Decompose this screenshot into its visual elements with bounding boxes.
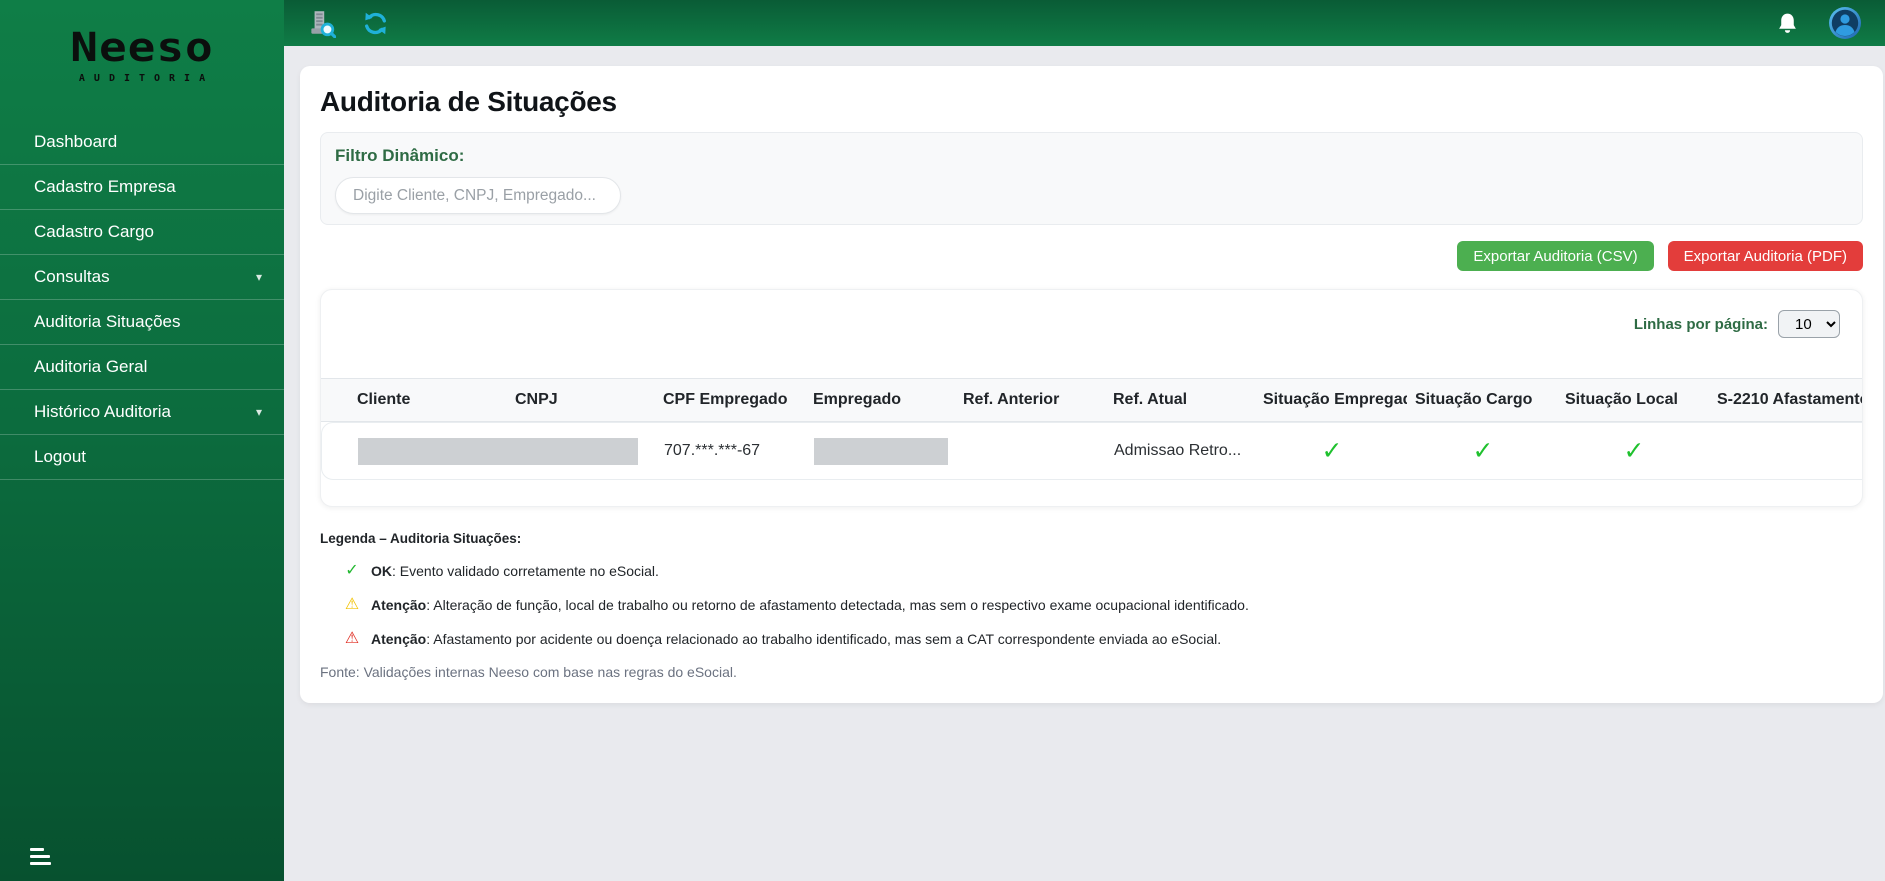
sidebar-item-label: Cadastro Empresa: [34, 177, 176, 196]
sidebar-item-dashboard[interactable]: Dashboard: [0, 120, 284, 165]
filter-search-input[interactable]: [335, 177, 621, 214]
legend-text: : Evento validado corretamente no eSocia…: [392, 563, 659, 579]
table-header-row: Cliente CNPJ CPF Empregado Empregado Ref…: [321, 378, 1862, 422]
refresh-icon[interactable]: [362, 10, 389, 37]
company-search-icon[interactable]: [306, 8, 336, 38]
sidebar-item-historico-auditoria[interactable]: Histórico Auditoria ▾: [0, 390, 284, 435]
col-header-situacao-cargo: Situação Cargo: [1415, 391, 1533, 408]
check-icon: ✓: [1321, 436, 1343, 465]
col-header-situacao-local: Situação Local: [1565, 391, 1678, 408]
sidebar-item-auditoria-geral[interactable]: Auditoria Geral: [0, 345, 284, 390]
sidebar-item-label: Dashboard: [34, 132, 118, 151]
sidebar-menu: Dashboard Cadastro Empresa Cadastro Carg…: [0, 120, 284, 480]
sidebar-item-label: Cadastro Cargo: [34, 222, 155, 241]
sidebar-item-label: Logout: [34, 447, 86, 466]
legend: Legenda – Auditoria Situações: ✓ OK: Eve…: [320, 531, 1863, 680]
export-csv-button[interactable]: Exportar Auditoria (CSV): [1457, 241, 1654, 271]
warning-red-icon: ⚠: [344, 630, 360, 647]
cell-ref-atual: Admissao Retro...: [1114, 442, 1242, 459]
sidebar-item-label: Auditoria Geral: [34, 357, 148, 376]
col-header-cpf-empregado: CPF Empregado: [663, 391, 788, 408]
sidebar-item-label: Auditoria Situações: [34, 312, 181, 331]
legend-text: : Alteração de função, local de trabalho…: [426, 597, 1249, 613]
cell-cpf-empregado: 707.***.***-67: [664, 442, 761, 459]
rows-per-page-select[interactable]: 10: [1778, 310, 1840, 338]
table-row[interactable]: 707.***.***-67 Admissao Retro... ✓ ✓ ✓: [321, 422, 1862, 480]
check-icon: ✓: [1623, 436, 1645, 465]
chevron-down-icon: ▾: [255, 405, 262, 419]
legend-term: Atenção: [371, 597, 427, 613]
col-header-cliente: Cliente: [357, 391, 411, 408]
sidebar-item-label: Histórico Auditoria: [34, 402, 172, 421]
cell-cliente: [350, 437, 638, 465]
col-header-ref-anterior: Ref. Anterior: [963, 391, 1060, 408]
menu-toggle-button[interactable]: [30, 848, 51, 865]
sidebar-item-consultas[interactable]: Consultas ▾: [0, 255, 284, 300]
hamburger-icon: [30, 848, 44, 851]
legend-term: Atenção: [371, 631, 427, 647]
rows-per-page-label: Linhas por página:: [1633, 315, 1768, 333]
filter-panel: Filtro Dinâmico:: [320, 132, 1863, 225]
redacted-empregado: [814, 437, 948, 465]
brand-logo: Neeso AUDITORIA: [0, 0, 284, 84]
rows-per-page: Linhas por página: 10: [321, 310, 1862, 338]
legend-item-atencao-exame: ⚠ Atenção: Alteração de função, local de…: [342, 596, 1863, 614]
audit-table: Cliente CNPJ CPF Empregado Empregado Ref…: [321, 378, 1862, 480]
cell-empregado: [806, 437, 956, 465]
notifications-bell-icon[interactable]: [1777, 12, 1798, 35]
legend-item-atencao-cat: ⚠ Atenção: Afastamento por acidente ou d…: [342, 630, 1863, 648]
col-header-empregado: Empregado: [813, 391, 902, 408]
table-panel: Linhas por página: 10 Cliente CNPJ CPF E…: [320, 289, 1863, 507]
legend-text: : Afastamento por acidente ou doença rel…: [426, 631, 1222, 647]
col-header-cnpj: CNPJ: [515, 391, 558, 408]
topbar: [284, 0, 1885, 46]
sidebar-item-cadastro-empresa[interactable]: Cadastro Empresa: [0, 165, 284, 210]
sidebar-item-auditoria-situacoes[interactable]: Auditoria Situações: [0, 300, 284, 345]
sidebar-item-label: Consultas: [34, 267, 110, 286]
sidebar-item-logout[interactable]: Logout: [0, 435, 284, 480]
warning-yellow-icon: ⚠: [344, 596, 360, 613]
user-avatar[interactable]: [1828, 6, 1862, 40]
page-title: Auditoria de Situações: [320, 86, 617, 117]
topbar-left: [306, 8, 389, 38]
col-header-s2210-afastamento: S-2210 Afastamento: [1717, 391, 1862, 408]
check-icon: ✓: [345, 562, 359, 579]
brand-name: Neeso: [70, 23, 214, 71]
legend-item-ok: ✓ OK: Evento validado corretamente no eS…: [342, 562, 1863, 580]
legend-title: Legenda – Auditoria Situações:: [320, 531, 522, 546]
chevron-down-icon: ▾: [255, 270, 262, 284]
brand-tagline: AUDITORIA: [78, 73, 215, 84]
filter-label: Filtro Dinâmico:: [335, 146, 465, 165]
redacted-cliente-cnpj: [358, 437, 638, 465]
source-note: Fonte: Validações internas Neeso com bas…: [320, 664, 737, 680]
legend-term: OK: [371, 563, 392, 579]
sidebar-item-cadastro-cargo[interactable]: Cadastro Cargo: [0, 210, 284, 255]
topbar-right: [1777, 6, 1862, 40]
check-icon: ✓: [1472, 436, 1494, 465]
export-pdf-button[interactable]: Exportar Auditoria (PDF): [1667, 241, 1863, 271]
main-card: Auditoria de Situações Filtro Dinâmico: …: [300, 66, 1883, 703]
col-header-ref-atual: Ref. Atual: [1113, 391, 1188, 408]
export-actions: Exportar Auditoria (CSV) Exportar Audito…: [320, 241, 1863, 271]
col-header-situacao-empregado: Situação Empregado: [1263, 391, 1407, 408]
sidebar: Neeso AUDITORIA Dashboard Cadastro Empre…: [0, 0, 284, 881]
